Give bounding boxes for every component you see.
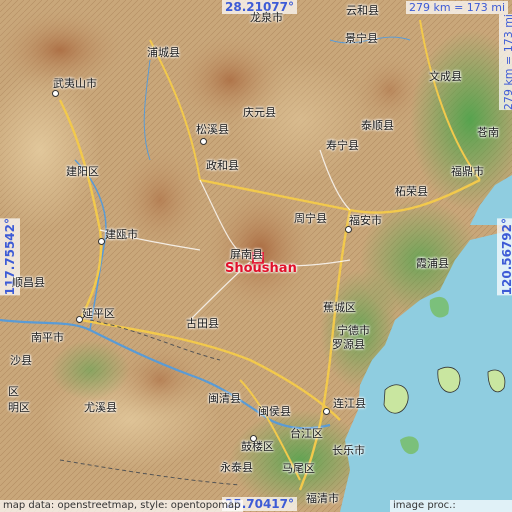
place-label: 建阳区 bbox=[66, 165, 99, 178]
place-label: 霞浦县 bbox=[416, 257, 449, 270]
place-label: 宁德市 bbox=[337, 324, 370, 337]
town-marker bbox=[200, 138, 207, 145]
place-label: 永泰县 bbox=[220, 461, 253, 474]
place-label: 政和县 bbox=[206, 159, 239, 172]
focus-place-label: Shoushan bbox=[225, 261, 297, 276]
place-label: 连江县 bbox=[333, 397, 366, 410]
town-marker bbox=[345, 226, 352, 233]
town-marker bbox=[98, 238, 105, 245]
scale-right: 279 km = 173 mi bbox=[499, 14, 512, 111]
place-label: 龙泉市 bbox=[250, 11, 283, 24]
place-label: 福鼎市 bbox=[451, 165, 484, 178]
place-label: 尤溪县 bbox=[84, 401, 117, 414]
scale-top: 279 km = 173 mi bbox=[406, 1, 509, 14]
place-label: 区 bbox=[8, 385, 19, 398]
place-label: 福安市 bbox=[349, 214, 382, 227]
place-label: 景宁县 bbox=[345, 32, 378, 45]
place-label: 苍南 bbox=[477, 126, 499, 139]
place-label: 武夷山市 bbox=[53, 77, 97, 90]
place-label: 延平区 bbox=[82, 307, 115, 320]
place-label: 建瓯市 bbox=[105, 228, 138, 241]
place-label: 罗源县 bbox=[332, 338, 365, 351]
place-label: 南平市 bbox=[31, 331, 64, 344]
credit-right: image proc.: elevation.city bbox=[390, 500, 512, 512]
place-label: 台江区 bbox=[290, 427, 323, 440]
town-marker bbox=[250, 435, 257, 442]
place-label: 松溪县 bbox=[196, 123, 229, 136]
town-marker bbox=[52, 90, 59, 97]
place-label: 顺昌县 bbox=[12, 276, 45, 289]
focus-place-label-cn: 屏南县 bbox=[230, 248, 263, 261]
map-canvas[interactable]: 28.21077° 25.70417° 117.75542° 120.56792… bbox=[0, 0, 512, 512]
place-label: 柘荣县 bbox=[395, 185, 428, 198]
place-label: 周宁县 bbox=[294, 212, 327, 225]
credit-left: map data: openstreetmap, style: opentopo… bbox=[0, 500, 244, 512]
place-label: 古田县 bbox=[186, 317, 219, 330]
place-label: 福清市 bbox=[306, 492, 339, 505]
coord-right: 120.56792° bbox=[497, 218, 512, 296]
place-label: 蕉城区 bbox=[323, 301, 356, 314]
place-label: 庆元县 bbox=[243, 106, 276, 119]
place-label: 长乐市 bbox=[332, 444, 365, 457]
town-marker bbox=[323, 408, 330, 415]
place-label: 泰顺县 bbox=[361, 119, 394, 132]
place-label: 明区 bbox=[8, 401, 30, 414]
place-label: 闽侯县 bbox=[258, 405, 291, 418]
place-label: 鼓楼区 bbox=[241, 440, 274, 453]
place-label: 云和县 bbox=[346, 4, 379, 17]
place-label: 马尾区 bbox=[282, 462, 315, 475]
place-label: 寿宁县 bbox=[326, 139, 359, 152]
town-marker bbox=[76, 316, 83, 323]
place-label: 沙县 bbox=[10, 354, 32, 367]
place-label: 文成县 bbox=[429, 70, 462, 83]
place-label: 闽清县 bbox=[208, 392, 241, 405]
place-label: 浦城县 bbox=[147, 46, 180, 59]
